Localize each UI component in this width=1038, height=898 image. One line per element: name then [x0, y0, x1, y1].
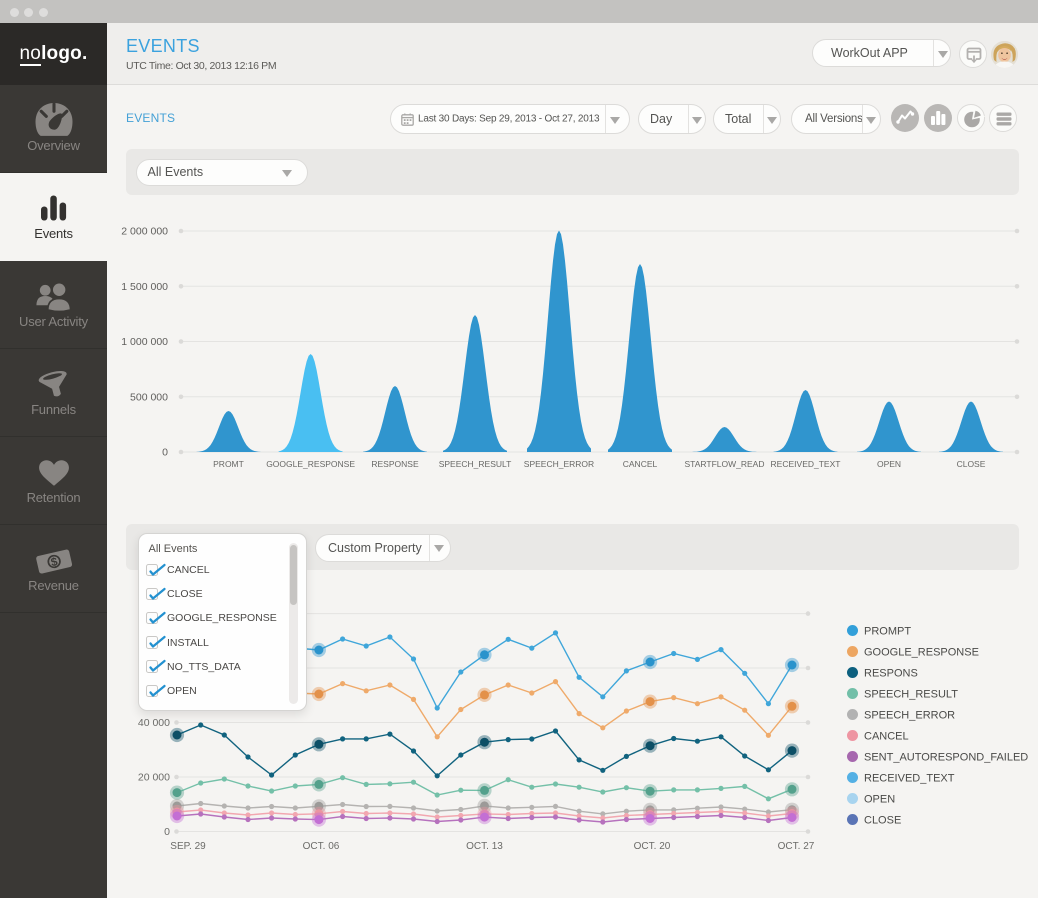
- svg-text:PROMT: PROMT: [213, 459, 244, 469]
- svg-text:SENT_AUTORESPOND_FAILED: SENT_AUTORESPOND_FAILED: [864, 752, 1028, 764]
- svg-text:RECEIVED_TEXT: RECEIVED_TEXT: [771, 459, 841, 469]
- svg-text:SPEECH_ERROR: SPEECH_ERROR: [524, 459, 594, 469]
- svg-text:SEP. 29: SEP. 29: [170, 841, 206, 852]
- svg-text:OCT. 20: OCT. 20: [634, 841, 671, 852]
- svg-text:GOOGLE_RESPONSE: GOOGLE_RESPONSE: [266, 459, 355, 469]
- svg-text:PROMPT: PROMPT: [864, 626, 911, 638]
- svg-text:20 000: 20 000: [138, 772, 170, 784]
- svg-text:0: 0: [162, 447, 168, 459]
- svg-text:2 000 000: 2 000 000: [121, 226, 168, 238]
- svg-text:RESPONSE: RESPONSE: [371, 459, 419, 469]
- svg-text:SPEECH_RESULT: SPEECH_RESULT: [864, 689, 958, 701]
- svg-text:SPEECH_RESULT: SPEECH_RESULT: [439, 459, 512, 469]
- svg-text:40 000: 40 000: [138, 717, 170, 729]
- svg-text:CANCEL: CANCEL: [623, 459, 658, 469]
- svg-text:1 500 000: 1 500 000: [121, 281, 168, 293]
- svg-text:OPEN: OPEN: [877, 459, 901, 469]
- svg-text:SPEECH_ERROR: SPEECH_ERROR: [864, 710, 955, 722]
- svg-text:CLOSE: CLOSE: [864, 815, 901, 827]
- svg-text:RESPONS: RESPONS: [864, 668, 918, 680]
- svg-text:1 000 000: 1 000 000: [121, 336, 168, 348]
- svg-text:RECEIVED_TEXT: RECEIVED_TEXT: [864, 773, 955, 785]
- svg-text:CLOSE: CLOSE: [957, 459, 986, 469]
- svg-text:OPEN: OPEN: [864, 794, 895, 806]
- svg-text:500 000: 500 000: [130, 391, 168, 403]
- svg-text:GOOGLE_RESPONSE: GOOGLE_RESPONSE: [864, 647, 979, 659]
- svg-text:0: 0: [164, 826, 170, 838]
- svg-text:OCT. 13: OCT. 13: [466, 841, 503, 852]
- svg-text:OCT. 27: OCT. 27: [778, 841, 815, 852]
- svg-text:STARTFLOW_READ: STARTFLOW_READ: [685, 459, 765, 469]
- svg-text:CANCEL: CANCEL: [864, 731, 909, 743]
- svg-text:OCT. 06: OCT. 06: [303, 841, 340, 852]
